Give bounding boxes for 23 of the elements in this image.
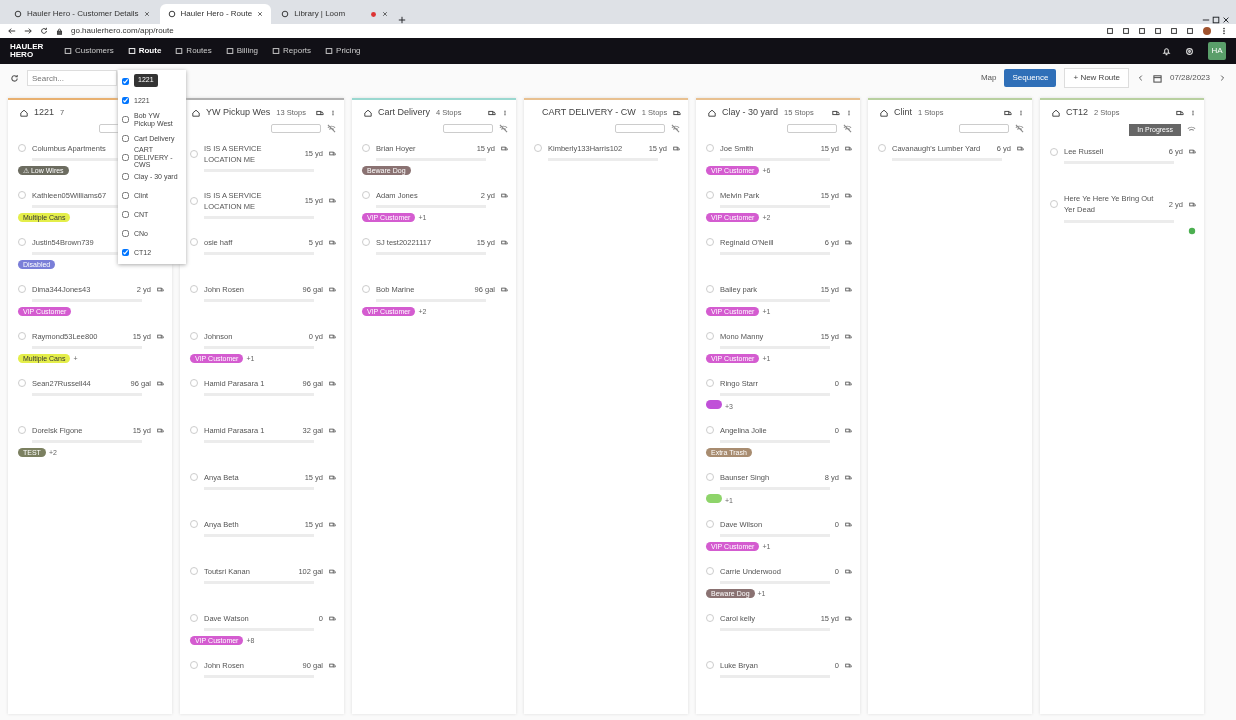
browser-tab[interactable]: Hauler Hero - Route xyxy=(159,4,272,24)
sequence-button[interactable]: Sequence xyxy=(1004,69,1057,87)
address-bar[interactable]: go.haulerhero.com/app/route xyxy=(71,25,174,37)
browser-tab[interactable]: Hauler Hero - Customer Details xyxy=(6,4,158,24)
logo[interactable]: HAULER HERO xyxy=(10,43,50,59)
nav-item[interactable]: Reports xyxy=(272,45,312,57)
map-label: Map xyxy=(980,72,997,84)
column-title: CT12 xyxy=(1066,106,1088,119)
nav-item[interactable]: Billing xyxy=(225,45,259,57)
search-field[interactable]: Search... xyxy=(27,70,117,86)
column-title: Clay - 30 yard xyxy=(722,106,779,119)
column-title: Cart Delivery xyxy=(378,106,430,119)
nav-item[interactable]: Pricing xyxy=(325,45,361,57)
column-title: Clint xyxy=(894,106,912,119)
date-field[interactable]: 07/28/2023 xyxy=(1169,72,1210,84)
column-title: 1221 xyxy=(34,106,55,119)
column-title: CART DELIVERY - CW xyxy=(542,106,636,119)
new-route-button[interactable]: + New Route xyxy=(1064,68,1129,88)
nav-item[interactable]: Routes xyxy=(175,45,212,57)
nav-item[interactable]: Customers xyxy=(64,45,114,57)
column-title: YW Pickup Wes xyxy=(206,106,271,119)
browser-tab[interactable]: Library | Loom xyxy=(273,4,397,24)
nav-item[interactable]: Route xyxy=(127,45,162,57)
